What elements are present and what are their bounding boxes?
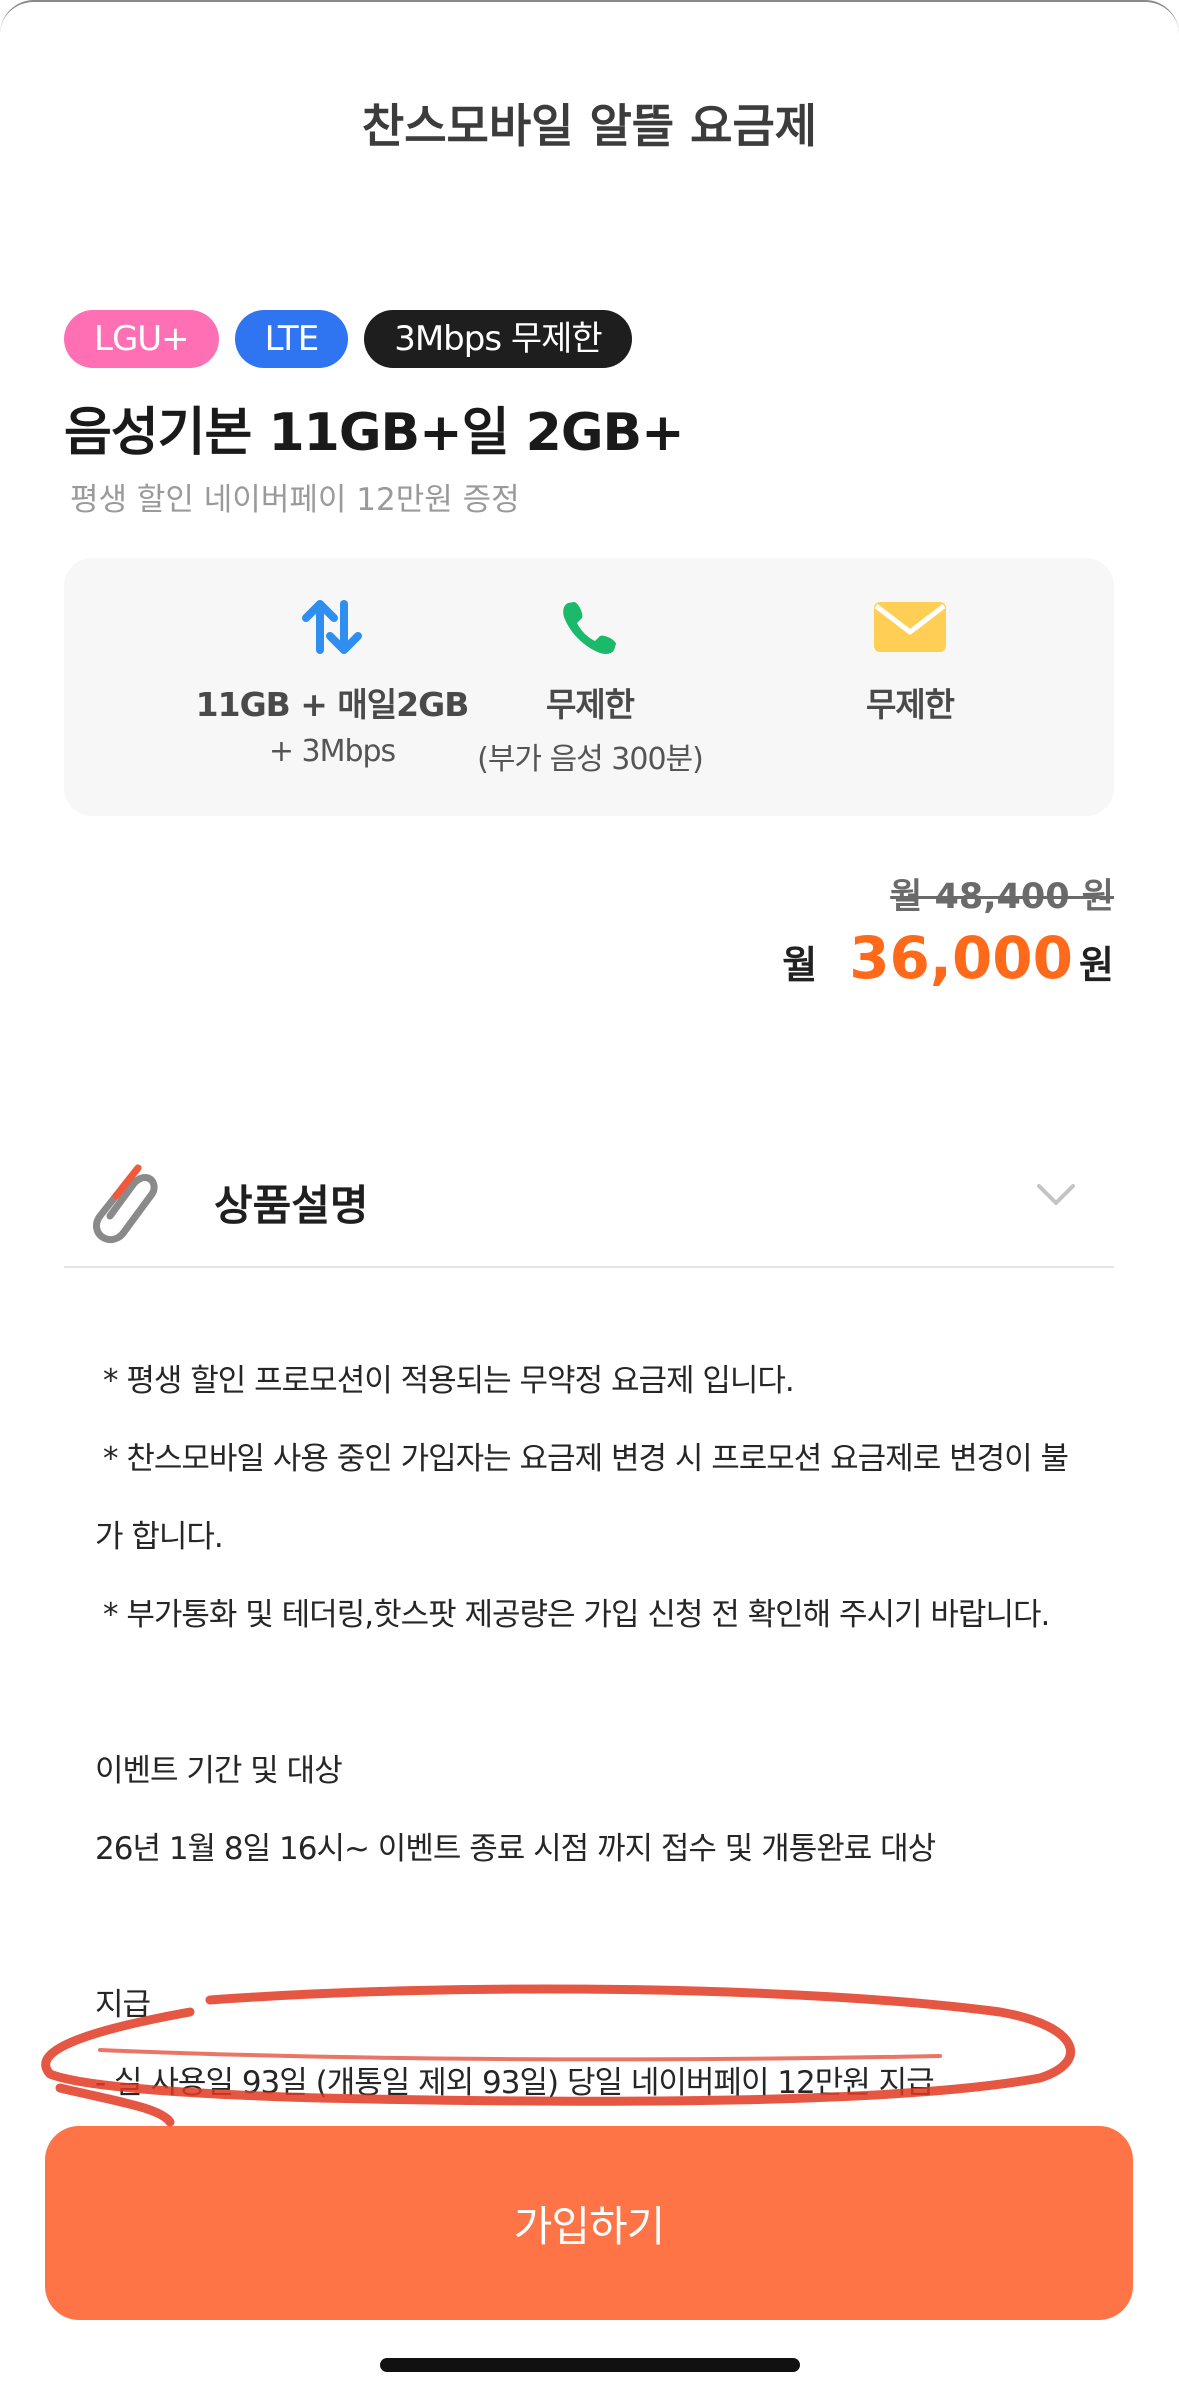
mail-icon [874,602,946,652]
page-title: 찬스모바일 알뜰 요금제 [361,99,818,153]
desc-line: 이벤트 기간 및 대상 [95,1753,343,1789]
plan-name: 음성기본 11GB+일 2GB+ [64,403,685,463]
current-price: 월 36,000 원 [782,924,1114,992]
feature-data-main: 11GB + 매일2GB [195,685,470,724]
feature-voice-sub: (부가 음성 300분) [477,742,704,777]
desc-line: * 부가통화 및 테더링,핫스팟 제공량은 가입 신청 전 확인해 주시기 바랍… [103,1597,1050,1633]
home-indicator[interactable] [380,2358,800,2372]
plan-tags: LGU+ LTE 3Mbps 무제한 [64,310,632,368]
phone-icon [563,602,616,654]
feature-voice: 무제한 (부가 음성 300분) [440,598,740,778]
carrier-tag: LGU+ [64,310,219,368]
chevron-down-icon [1037,1184,1075,1205]
price-value: 36,000 [849,924,1074,992]
product-description-toggle[interactable]: 상품설명 [64,1142,1114,1268]
feature-data-sub: + 3Mbps [268,734,396,769]
section-title: 상품설명 [214,1181,369,1230]
desc-line: * 평생 할인 프로모션이 적용되는 무약정 요금제 입니다. [103,1363,795,1399]
desc-line: 26년 1월 8일 16시~ 이벤트 종료 시점 까지 접수 및 개통완료 대상 [95,1831,936,1867]
price-unit: 원 [1079,943,1114,987]
feature-card: 11GB + 매일2GB + 3Mbps 무제한 (부가 음성 300분) 무제… [64,558,1114,816]
speed-tag: 3Mbps 무제한 [364,310,632,368]
bottom-sheet: 찬스모바일 알뜰 요금제 LGU+ LTE 3Mbps 무제한 음성기본 11G… [0,0,1179,2395]
desc-line: * 찬스모바일 사용 중인 가입자는 요금제 변경 시 프로모션 요금제로 변경… [103,1441,1069,1477]
data-transfer-icon [302,600,362,654]
plan-subtitle: 평생 할인 네이버페이 12만원 증정 [70,482,520,518]
paperclip-icon [93,1164,158,1244]
network-tag: LTE [234,310,349,368]
price-prefix: 월 [782,943,818,987]
feature-sms-main: 무제한 [865,685,955,724]
join-button[interactable]: 가입하기 [45,2126,1133,2320]
desc-line: 가 합니다. [95,1519,224,1555]
feature-sms: 무제한 [760,598,1060,726]
feature-voice-main: 무제한 [545,685,635,724]
original-price: 월 48,400 원 [890,877,1114,917]
feature-data: 11GB + 매일2GB + 3Mbps [182,598,482,769]
